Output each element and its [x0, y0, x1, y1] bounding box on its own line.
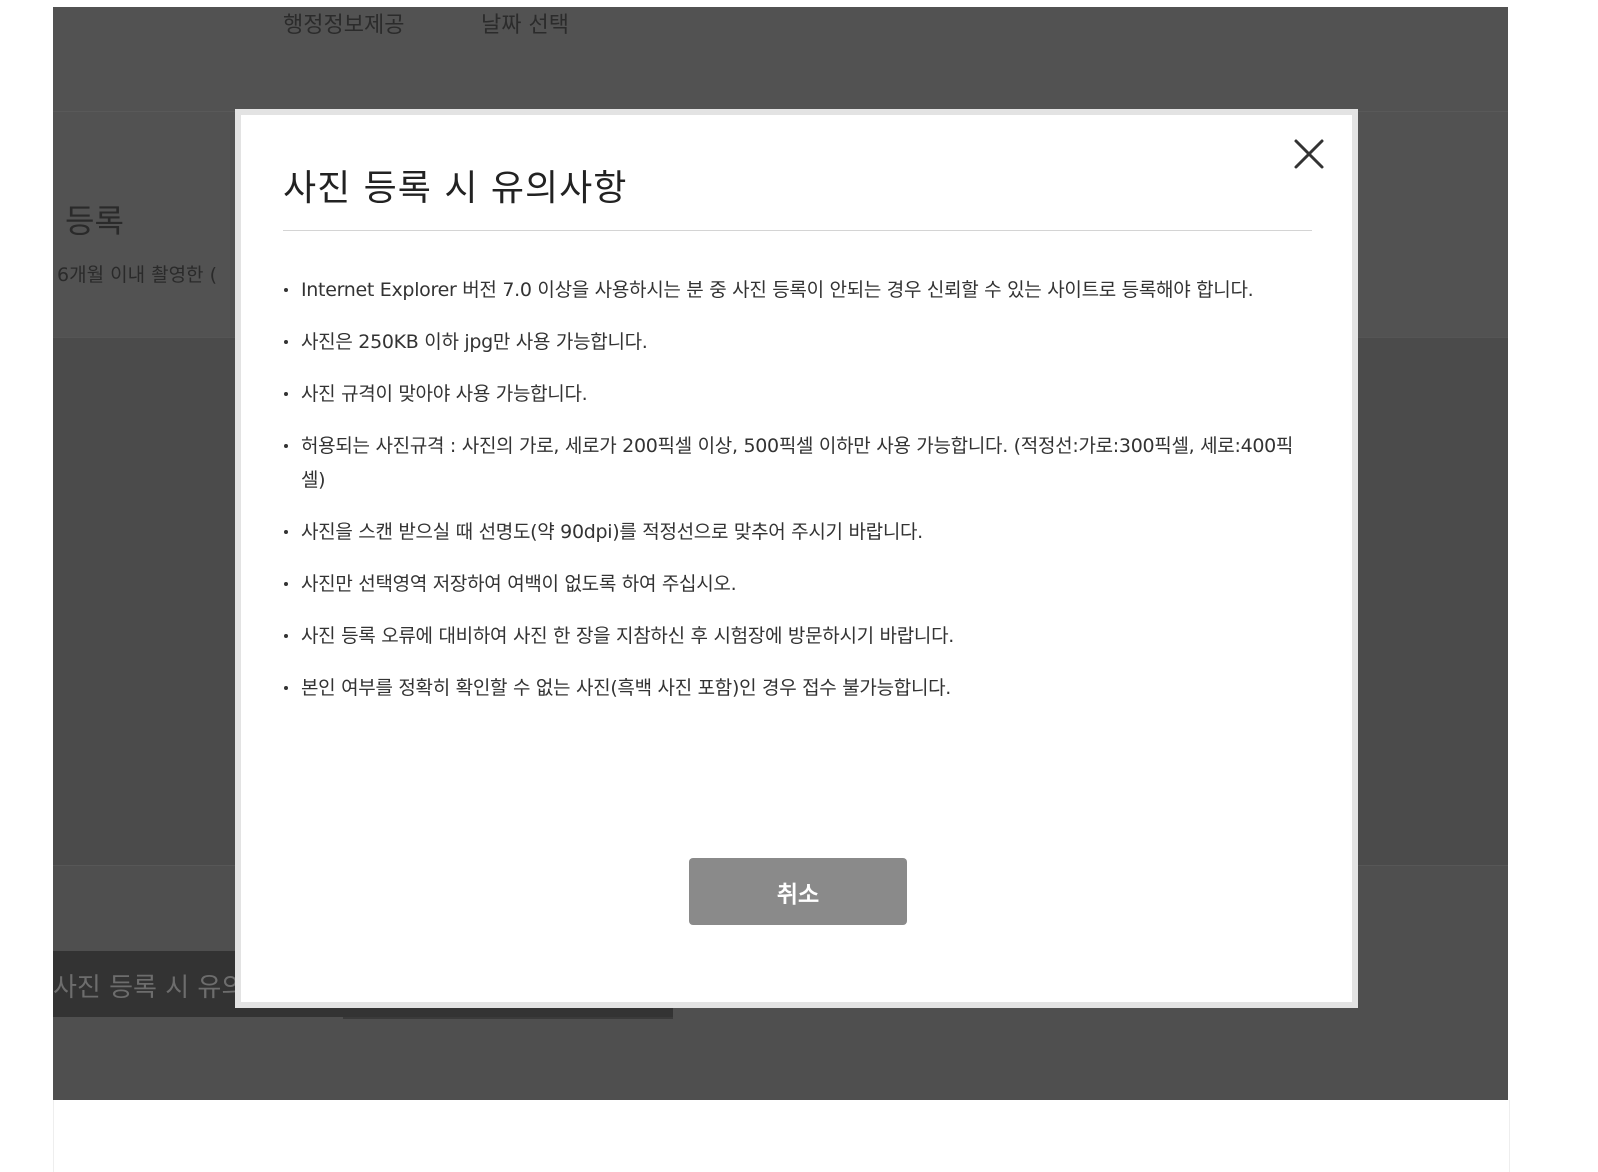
close-button[interactable] [1290, 135, 1328, 173]
notice-item: 사진 규격이 맞아야 사용 가능합니다. [283, 377, 1312, 411]
page-bottom-area [53, 1100, 1510, 1172]
page-title: 등록 [65, 202, 124, 240]
notice-item: Internet Explorer 버전 7.0 이상을 사용하시는 분 중 사… [283, 273, 1312, 307]
notice-item: 사진은 250KB 이하 jpg만 사용 가능합니다. [283, 325, 1312, 359]
nav-item-admin-info[interactable]: 행정정보제공 [283, 7, 404, 39]
divider [343, 1017, 673, 1019]
close-x-icon [1294, 139, 1324, 169]
photo-notice-modal: 사진 등록 시 유의사항 Internet Explorer 버전 7.0 이상… [235, 109, 1358, 1008]
modal-divider [283, 230, 1312, 231]
photo-notice-button-label: 사진 등록 시 유의 [53, 973, 246, 1003]
notice-list: Internet Explorer 버전 7.0 이상을 사용하시는 분 중 사… [283, 273, 1312, 723]
notice-item: 허용되는 사진규격 : 사진의 가로, 세로가 200픽셀 이상, 500픽셀 … [283, 429, 1312, 497]
notice-item: 사진 등록 오류에 대비하여 사진 한 장을 지참하신 후 시험장에 방문하시기… [283, 619, 1312, 653]
top-navigation: 행정정보제공 날짜 선택 [53, 7, 1508, 112]
notice-item: 사진을 스캔 받으실 때 선명도(약 90dpi)를 적정선으로 맞추어 주시기… [283, 515, 1312, 549]
notice-item: 본인 여부를 정확히 확인할 수 없는 사진(흑백 사진 포함)인 경우 접수 … [283, 671, 1312, 705]
nav-item-date-select[interactable]: 날짜 선택 [481, 7, 569, 39]
cancel-button[interactable]: 취소 [689, 858, 907, 925]
page-subtitle: 6개월 이내 촬영한 ( [57, 264, 217, 286]
modal-title: 사진 등록 시 유의사항 [283, 168, 628, 209]
notice-item: 사진만 선택영역 저장하여 여백이 없도록 하여 주십시오. [283, 567, 1312, 601]
